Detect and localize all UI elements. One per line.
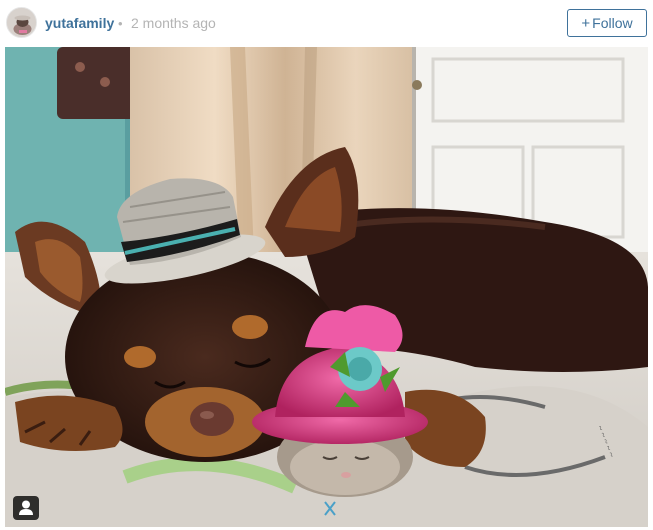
post-header: yutafamily • 2 months ago + Follow xyxy=(0,0,653,47)
user-tag-glyph xyxy=(19,500,33,515)
follow-label: Follow xyxy=(592,15,633,31)
post-timestamp[interactable]: 2 months ago xyxy=(131,15,216,32)
post-photo[interactable]: ~ ~ ~ ~ ~ xyxy=(5,47,648,527)
instagram-post: yutafamily • 2 months ago + Follow ~ ~ ~… xyxy=(0,0,653,530)
photo-illustration: ~ ~ ~ ~ ~ xyxy=(5,47,648,527)
username-link[interactable]: yutafamily xyxy=(45,15,114,32)
separator-dot: • xyxy=(118,16,123,31)
avatar[interactable] xyxy=(6,7,37,38)
user-tag-icon[interactable] xyxy=(13,496,39,520)
avatar-image xyxy=(7,8,36,37)
plus-icon: + xyxy=(581,15,591,32)
follow-button[interactable]: + Follow xyxy=(567,9,647,37)
